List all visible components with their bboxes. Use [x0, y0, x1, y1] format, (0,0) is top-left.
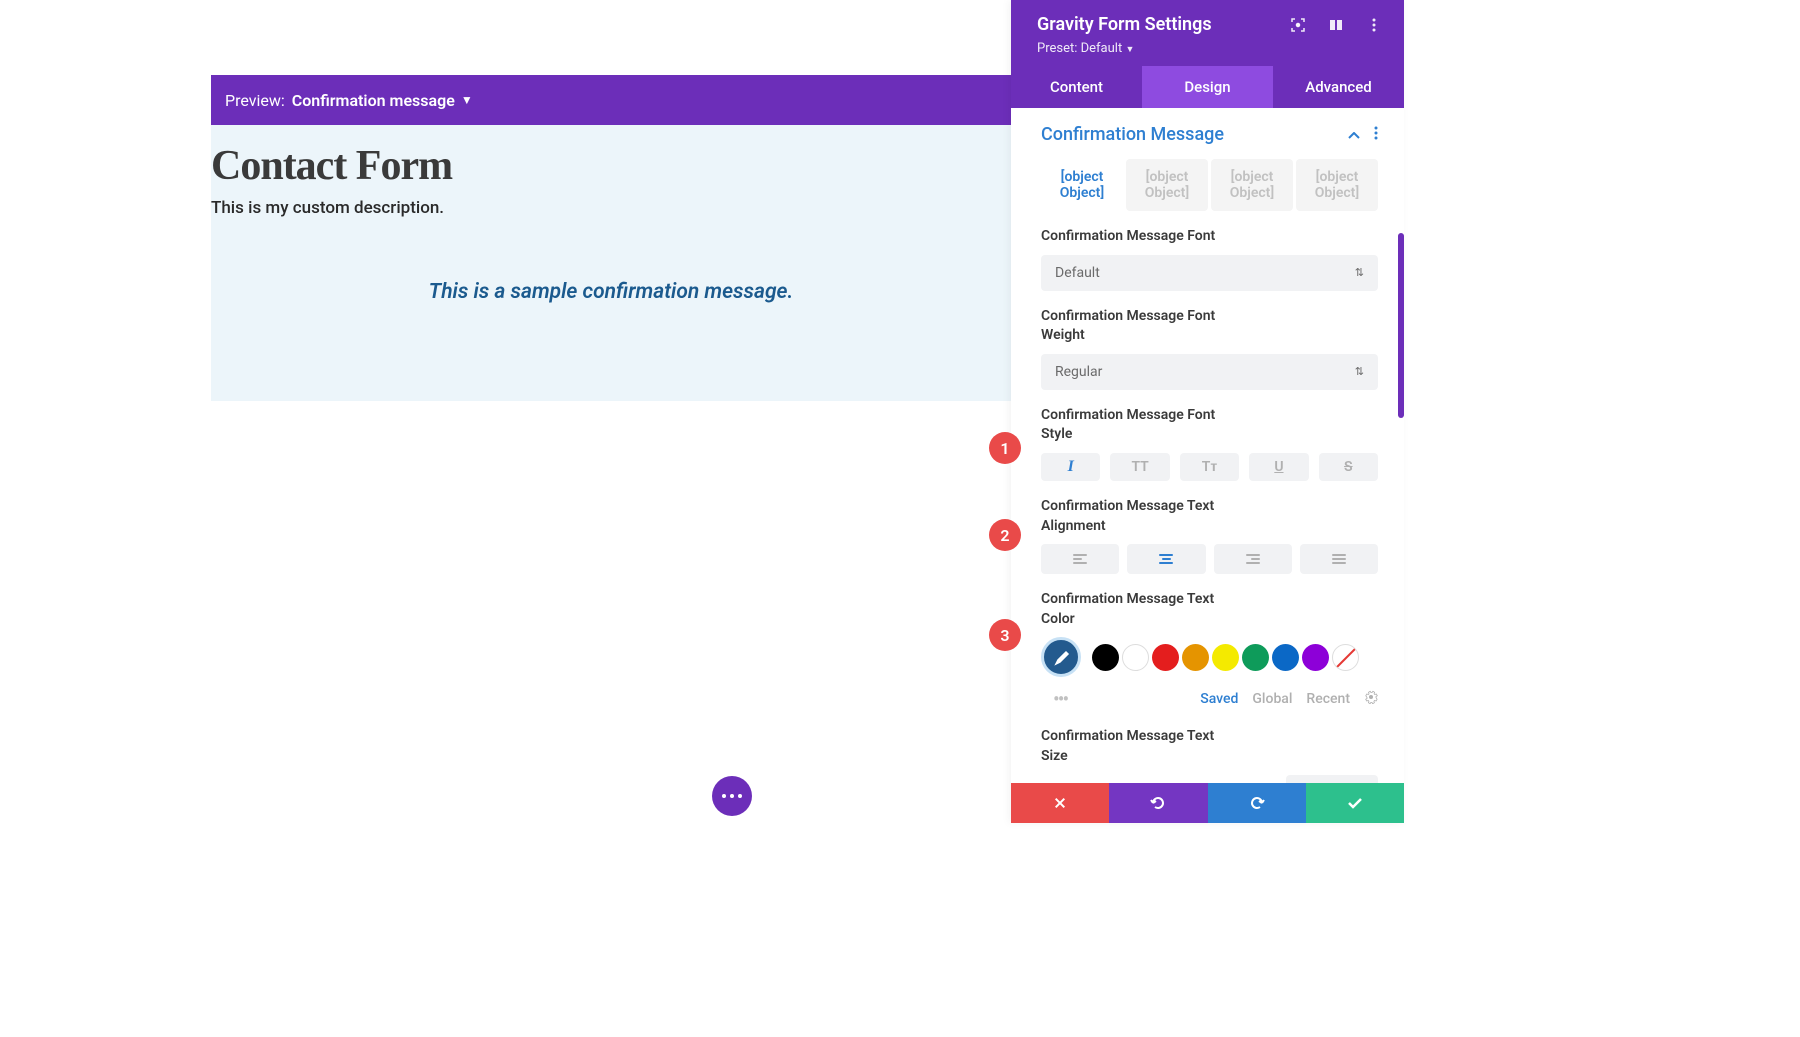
- preset-dropdown[interactable]: Preset: Default ▼: [1037, 41, 1382, 56]
- cancel-button[interactable]: [1011, 783, 1109, 823]
- panel-tabs: Content Design Advanced: [1011, 66, 1404, 108]
- panel-title: Gravity Form Settings: [1037, 14, 1212, 35]
- subtab-1[interactable]: [object Object]: [1126, 159, 1208, 211]
- select-arrow-icon: ⇅: [1355, 365, 1364, 378]
- font-select[interactable]: Default ⇅: [1041, 255, 1378, 291]
- annotation-marker-1: 1: [989, 432, 1021, 464]
- swatch-blue[interactable]: [1272, 644, 1299, 671]
- swatch-green[interactable]: [1242, 644, 1269, 671]
- undo-button[interactable]: [1109, 783, 1207, 823]
- underline-button[interactable]: U: [1249, 453, 1308, 481]
- color-tab-saved[interactable]: Saved: [1200, 691, 1238, 707]
- swatch-orange[interactable]: [1182, 644, 1209, 671]
- swatch-red[interactable]: [1152, 644, 1179, 671]
- uppercase-button[interactable]: TT: [1110, 453, 1169, 481]
- redo-button[interactable]: [1208, 783, 1306, 823]
- size-row: 20px: [1041, 775, 1378, 783]
- panel-body: Confirmation Message [object Object] [ob…: [1011, 108, 1404, 783]
- capitalize-button[interactable]: Tᴛ: [1180, 453, 1239, 481]
- panel-header: Gravity Form Settings Preset: Default ▼: [1011, 0, 1404, 66]
- color-label: Confirmation Message Text Color: [1041, 590, 1241, 629]
- align-left-button[interactable]: [1041, 544, 1119, 574]
- size-label: Confirmation Message Text Size: [1041, 727, 1241, 766]
- kebab-menu-icon[interactable]: [1366, 17, 1382, 33]
- alignment-group: [1041, 544, 1378, 574]
- swatch-none[interactable]: [1332, 644, 1359, 671]
- focus-icon[interactable]: [1290, 17, 1306, 33]
- tab-advanced[interactable]: Advanced: [1273, 66, 1404, 108]
- tab-content[interactable]: Content: [1011, 66, 1142, 108]
- annotation-marker-2: 2: [989, 519, 1021, 551]
- gear-icon[interactable]: [1364, 690, 1378, 708]
- align-right-button[interactable]: [1214, 544, 1292, 574]
- align-justify-button[interactable]: [1300, 544, 1378, 574]
- alignment-label: Confirmation Message Text Alignment: [1041, 497, 1241, 536]
- select-arrow-icon: ⇅: [1355, 266, 1364, 279]
- form-title: Contact Form: [211, 142, 1011, 190]
- form-preview: Contact Form This is my custom descripti…: [211, 142, 1011, 218]
- preview-bar: Preview: Confirmation message ▼: [211, 75, 1011, 125]
- section-subtabs: [object Object] [object Object] [object …: [1041, 159, 1378, 211]
- columns-icon[interactable]: [1328, 17, 1344, 33]
- color-picker-button[interactable]: [1041, 637, 1081, 677]
- chevron-down-icon[interactable]: ▼: [461, 93, 473, 107]
- subtab-0[interactable]: [object Object]: [1041, 159, 1123, 211]
- color-tab-global[interactable]: Global: [1252, 691, 1292, 707]
- weight-label: Confirmation Message Font Weight: [1041, 307, 1241, 346]
- subtab-2[interactable]: [object Object]: [1211, 159, 1293, 211]
- chevron-down-icon: ▼: [1125, 45, 1134, 55]
- size-input[interactable]: 20px: [1286, 775, 1378, 783]
- preview-value[interactable]: Confirmation message: [292, 91, 455, 110]
- swatch-yellow[interactable]: [1212, 644, 1239, 671]
- kebab-menu-icon[interactable]: [1374, 125, 1378, 144]
- style-label: Confirmation Message Font Style: [1041, 406, 1241, 445]
- section-header[interactable]: Confirmation Message: [1041, 124, 1378, 145]
- preview-label: Preview:: [225, 91, 285, 110]
- panel-footer: [1011, 783, 1404, 823]
- weight-select[interactable]: Regular ⇅: [1041, 354, 1378, 390]
- scrollbar-thumb[interactable]: [1398, 233, 1404, 418]
- tab-design[interactable]: Design: [1142, 66, 1273, 108]
- color-tab-recent[interactable]: Recent: [1306, 691, 1350, 707]
- swatch-white[interactable]: [1122, 644, 1149, 671]
- color-toolbar: ••• Saved Global Recent: [1041, 687, 1378, 711]
- chevron-up-icon[interactable]: [1348, 125, 1360, 144]
- font-label: Confirmation Message Font: [1041, 227, 1241, 247]
- color-swatch-row: [1041, 637, 1378, 677]
- swatch-purple[interactable]: [1302, 644, 1329, 671]
- form-description: This is my custom description.: [211, 198, 1011, 218]
- annotation-marker-3: 3: [989, 619, 1021, 651]
- confirmation-message-text: This is a sample confirmation message.: [211, 280, 1011, 304]
- settings-panel: Gravity Form Settings Preset: Default ▼ …: [1011, 0, 1404, 823]
- italic-button[interactable]: I: [1041, 453, 1100, 481]
- strikethrough-button[interactable]: S: [1319, 453, 1378, 481]
- swatch-black[interactable]: [1092, 644, 1119, 671]
- more-colors-icon[interactable]: •••: [1041, 687, 1067, 711]
- subtab-3[interactable]: [object Object]: [1296, 159, 1378, 211]
- fab-more-button[interactable]: [712, 776, 752, 816]
- align-center-button[interactable]: [1127, 544, 1205, 574]
- save-button[interactable]: [1306, 783, 1404, 823]
- section-title: Confirmation Message: [1041, 124, 1224, 145]
- font-style-group: I TT Tᴛ U S: [1041, 453, 1378, 481]
